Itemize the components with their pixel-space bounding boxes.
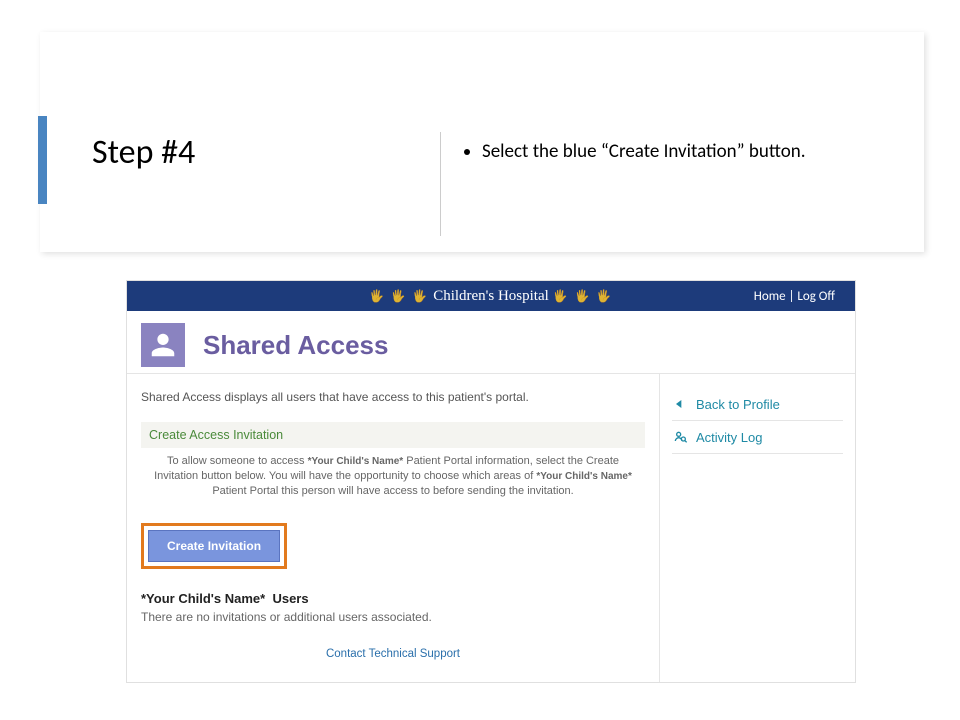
intro-text: Shared Access displays all users that ha… (141, 390, 645, 404)
portal-brand: 🖐 🖐 🖐 Children's Hospital 🖐 🖐 🖐 (369, 288, 613, 305)
search-user-icon (672, 429, 688, 445)
nav-logoff[interactable]: Log Off (797, 289, 835, 304)
brand-name: Children's Hospital (433, 288, 549, 305)
users-empty-text: There are no invitations or additional u… (141, 610, 645, 624)
support-footer: Contact Technical Support (141, 644, 645, 662)
activity-log-link[interactable]: Activity Log (672, 421, 843, 454)
portal-screenshot: 🖐 🖐 🖐 Children's Hospital 🖐 🖐 🖐 Home | L… (126, 280, 856, 683)
portal-body: Shared Access displays all users that ha… (127, 373, 855, 682)
page-title: Shared Access (203, 330, 388, 361)
step-instructions: Select the blue “Create Invitation” butt… (460, 140, 806, 163)
accent-bar (38, 116, 47, 204)
step-card: Step #4 Select the blue “Create Invitati… (40, 32, 924, 252)
main-column: Shared Access displays all users that ha… (127, 374, 659, 682)
create-invitation-button[interactable]: Create Invitation (148, 530, 280, 562)
users-section-title: *Your Child's Name* Users (141, 591, 645, 606)
invitation-section-title: Create Access Invitation (141, 422, 645, 448)
portal-header: 🖐 🖐 🖐 Children's Hospital 🖐 🖐 🖐 Home | L… (127, 281, 855, 311)
step-bullet-text: Select the blue “Create Invitation” butt… (482, 140, 806, 163)
portal-subheader: Shared Access (127, 311, 855, 373)
nav-sep: | (786, 289, 798, 304)
back-to-profile-link[interactable]: Back to Profile (672, 388, 843, 421)
hands-icon-left: 🖐 🖐 🖐 (369, 289, 429, 304)
child-name-placeholder: *Your Child's Name* (308, 456, 404, 467)
child-name-placeholder: *Your Child's Name* (536, 471, 632, 482)
portal-nav: Home | Log Off (754, 289, 835, 304)
back-arrow-icon (672, 396, 688, 412)
avatar (141, 323, 185, 367)
create-invitation-section: Create Access Invitation To allow someon… (141, 422, 645, 509)
step-title: Step #4 (92, 132, 195, 173)
child-name-placeholder: *Your Child's Name* (141, 591, 265, 606)
user-icon (148, 330, 178, 360)
step-divider (440, 132, 441, 236)
nav-home[interactable]: Home (754, 289, 786, 304)
side-column: Back to Profile Activity Log (659, 374, 855, 682)
contact-support-link[interactable]: Contact Technical Support (326, 648, 460, 660)
hands-icon-right: 🖐 🖐 🖐 (553, 289, 613, 304)
create-invitation-highlight: Create Invitation (141, 523, 287, 569)
invitation-section-body: To allow someone to access *Your Child's… (141, 448, 645, 509)
